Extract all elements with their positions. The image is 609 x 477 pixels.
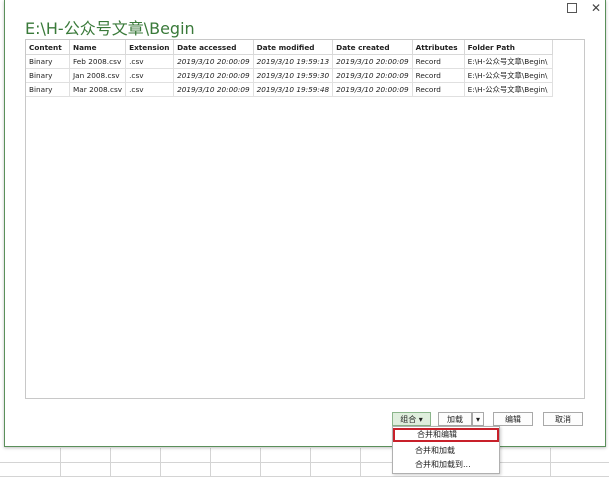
header-attributes[interactable]: Attributes <box>412 40 465 55</box>
sheet-col <box>260 448 261 477</box>
menu-item-combine-and-load[interactable]: 合并和加载 <box>393 444 499 458</box>
cell-date-created: 2019/3/10 20:00:09 <box>332 68 413 83</box>
cell-date-modified: 2019/3/10 19:59:30 <box>253 68 334 83</box>
header-content[interactable]: Content <box>26 40 70 55</box>
cell-date-created: 2019/3/10 20:00:09 <box>332 82 413 97</box>
cell-name: Mar 2008.csv <box>69 82 127 97</box>
cell-attributes[interactable]: Record <box>412 68 465 83</box>
cell-attributes[interactable]: Record <box>412 54 465 69</box>
cell-extension: .csv <box>125 54 175 69</box>
cell-content[interactable]: Binary <box>26 54 70 69</box>
header-date-created[interactable]: Date created <box>332 40 413 55</box>
sheet-row <box>0 448 609 463</box>
header-name[interactable]: Name <box>69 40 127 55</box>
header-date-modified[interactable]: Date modified <box>253 40 334 55</box>
table-row: Binary Jan 2008.csv .csv 2019/3/10 20:00… <box>26 68 553 83</box>
cell-name: Jan 2008.csv <box>69 68 127 83</box>
close-button[interactable]: ✕ <box>585 0 607 16</box>
header-date-accessed[interactable]: Date accessed <box>173 40 254 55</box>
menu-item-combine-and-edit[interactable]: 合并和编辑 <box>393 428 499 442</box>
close-icon: ✕ <box>590 1 602 15</box>
sheet-row <box>0 462 609 477</box>
table-row: Binary Feb 2008.csv .csv 2019/3/10 20:00… <box>26 54 553 69</box>
sheet-col <box>160 448 161 477</box>
cell-extension: .csv <box>125 82 175 97</box>
cell-date-modified: 2019/3/10 19:59:48 <box>253 82 334 97</box>
cell-content[interactable]: Binary <box>26 68 70 83</box>
cell-name: Feb 2008.csv <box>69 54 127 69</box>
cell-content[interactable]: Binary <box>26 82 70 97</box>
cell-date-accessed: 2019/3/10 20:00:09 <box>173 82 254 97</box>
sheet-col <box>360 448 361 477</box>
cell-folder-path: E:\H-公众号文章\Begin\ <box>464 54 553 69</box>
folder-preview-dialog: ✕ E:\H-公众号文章\Begin Content Name Extensio… <box>4 0 606 447</box>
sheet-col <box>310 448 311 477</box>
cell-folder-path: E:\H-公众号文章\Begin\ <box>464 68 553 83</box>
cell-attributes[interactable]: Record <box>412 82 465 97</box>
cancel-button[interactable]: 取消 <box>543 412 583 426</box>
spreadsheet-background <box>0 448 609 477</box>
edit-button[interactable]: 编辑 <box>493 412 533 426</box>
cell-date-accessed: 2019/3/10 20:00:09 <box>173 68 254 83</box>
screen: ✕ E:\H-公众号文章\Begin Content Name Extensio… <box>0 0 609 477</box>
cell-date-created: 2019/3/10 20:00:09 <box>332 54 413 69</box>
cell-date-accessed: 2019/3/10 20:00:09 <box>173 54 254 69</box>
sheet-col <box>550 448 551 477</box>
file-table: Content Name Extension Date accessed Dat… <box>26 40 553 97</box>
load-dropdown-button[interactable]: ▾ <box>472 412 484 426</box>
table-header-row: Content Name Extension Date accessed Dat… <box>26 40 553 55</box>
cell-date-modified: 2019/3/10 19:59:13 <box>253 54 334 69</box>
folder-path-title: E:\H-公众号文章\Begin <box>25 19 195 38</box>
header-folder-path[interactable]: Folder Path <box>464 40 553 55</box>
maximize-button[interactable] <box>561 0 583 16</box>
header-extension[interactable]: Extension <box>125 40 175 55</box>
table-row: Binary Mar 2008.csv .csv 2019/3/10 20:00… <box>26 82 553 97</box>
sheet-col <box>110 448 111 477</box>
sheet-col <box>60 448 61 477</box>
combine-dropdown-menu: 合并和编辑 合并和加载 合并和加载到... <box>392 426 500 474</box>
load-button[interactable]: 加载 <box>438 412 472 426</box>
maximize-icon <box>567 3 577 13</box>
cell-extension: .csv <box>125 68 175 83</box>
sheet-col <box>210 448 211 477</box>
menu-item-combine-and-load-to[interactable]: 合并和加载到... <box>393 458 499 472</box>
combine-button[interactable]: 组合 ▾ <box>392 412 431 426</box>
file-list-grid: Content Name Extension Date accessed Dat… <box>25 39 585 399</box>
cell-folder-path: E:\H-公众号文章\Begin\ <box>464 82 553 97</box>
